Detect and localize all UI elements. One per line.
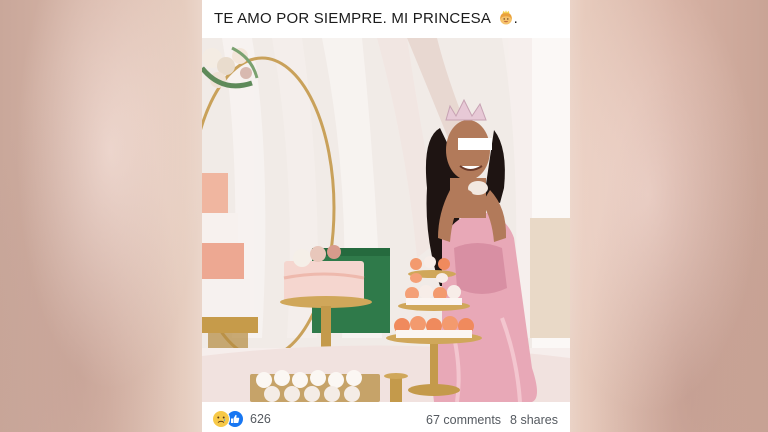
blurred-background-left [0, 0, 200, 432]
reactions-summary[interactable]: 626 [212, 410, 271, 428]
princess-emoji-icon [498, 9, 514, 25]
post-photo[interactable] [202, 38, 570, 402]
blurred-background-right [568, 0, 768, 432]
post-caption-text: TE AMO POR SIEMPRE. MI PRINCESA [214, 10, 491, 27]
post-caption: TE AMO POR SIEMPRE. MI PRINCESA . [214, 9, 562, 31]
quinceanera-photo-illustration [202, 38, 570, 402]
post-footer: 626 67 comments 8 shares [202, 402, 570, 432]
post-caption-period: . [513, 10, 519, 27]
comments-count-link[interactable]: 67 comments [426, 413, 501, 427]
social-post-card: TE AMO POR SIEMPRE. MI PRINCESA . 626 67… [202, 0, 570, 432]
reaction-count: 626 [250, 412, 271, 426]
shares-count-link[interactable]: 8 shares [510, 413, 558, 427]
post-stats: 67 comments 8 shares [426, 413, 558, 427]
sad-reaction-icon [212, 410, 230, 428]
